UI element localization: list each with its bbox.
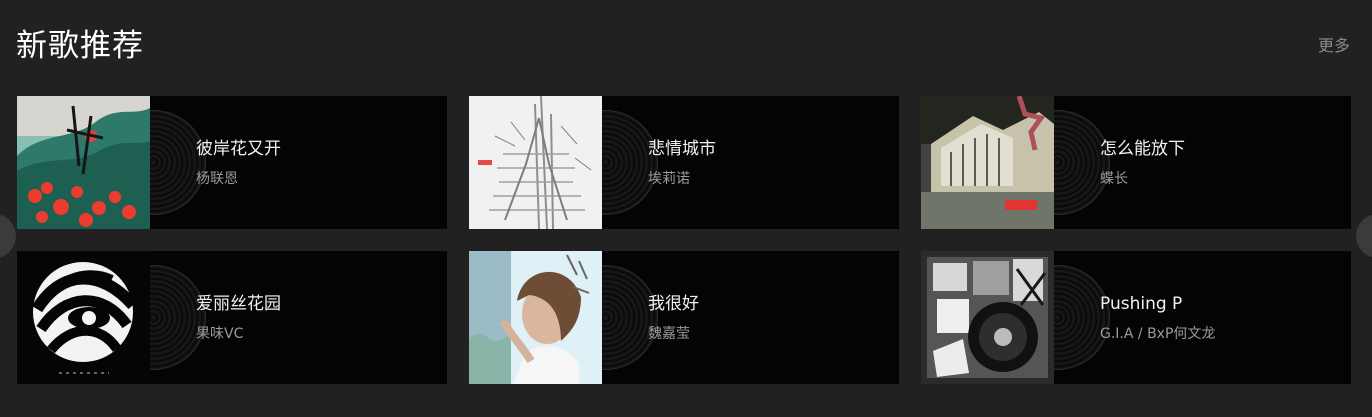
album-cover[interactable] (921, 96, 1054, 229)
song-meta: 怎么能放下 蝶长 (1100, 136, 1335, 190)
song-title[interactable]: 怎么能放下 (1100, 136, 1335, 162)
next-arrow-icon[interactable] (1356, 214, 1372, 258)
artist-name[interactable]: G.I.A / BxP何文龙 (1100, 323, 1335, 345)
more-link[interactable]: 更多 (1318, 34, 1350, 58)
song-title[interactable]: 悲情城市 (648, 136, 883, 162)
album-cover-art (921, 251, 1054, 384)
album-cover[interactable] (469, 251, 602, 384)
song-card[interactable]: Pushing P G.I.A / BxP何文龙 (921, 251, 1351, 384)
song-card[interactable]: 彼岸花又开 杨联恩 (17, 96, 447, 229)
section-title: 新歌推荐 (16, 28, 144, 64)
song-card[interactable]: 爱丽丝花园 果味VC (17, 251, 447, 384)
song-card[interactable]: 悲情城市 埃莉诺 (469, 96, 899, 229)
song-meta: 悲情城市 埃莉诺 (648, 136, 883, 190)
album-cover-art (469, 96, 602, 229)
song-card[interactable]: 怎么能放下 蝶长 (921, 96, 1351, 229)
artist-name[interactable]: 杨联恩 (196, 168, 431, 190)
song-title[interactable]: 爱丽丝花园 (196, 291, 431, 317)
song-meta: Pushing P G.I.A / BxP何文龙 (1100, 291, 1335, 345)
album-cover-art (17, 96, 150, 229)
song-meta: 我很好 魏嘉莹 (648, 291, 883, 345)
song-title[interactable]: Pushing P (1100, 291, 1335, 317)
album-cover[interactable] (17, 96, 150, 229)
section-header: 新歌推荐 更多 (16, 24, 1350, 68)
artist-name[interactable]: 埃莉诺 (648, 168, 883, 190)
song-meta: 爱丽丝花园 果味VC (196, 291, 431, 345)
album-cover-art (17, 251, 150, 384)
artist-name[interactable]: 魏嘉莹 (648, 323, 883, 345)
previous-arrow-icon[interactable] (0, 214, 16, 258)
album-cover-art (921, 96, 1054, 229)
artist-name[interactable]: 果味VC (196, 323, 431, 345)
song-meta: 彼岸花又开 杨联恩 (196, 136, 431, 190)
artist-name[interactable]: 蝶长 (1100, 168, 1335, 190)
album-cover[interactable] (921, 251, 1054, 384)
album-cover-art (469, 251, 602, 384)
song-grid: 彼岸花又开 杨联恩 悲情城市 埃莉诺 怎么能放下 蝶长 爱丽丝花园 果味VC 我… (17, 96, 1351, 384)
song-title[interactable]: 彼岸花又开 (196, 136, 431, 162)
album-cover[interactable] (17, 251, 150, 384)
new-songs-section: 新歌推荐 更多 彼岸花又开 杨联恩 悲情城市 埃莉诺 怎么能放下 蝶长 爱丽丝花… (0, 0, 1372, 417)
album-cover[interactable] (469, 96, 602, 229)
song-card[interactable]: 我很好 魏嘉莹 (469, 251, 899, 384)
song-title[interactable]: 我很好 (648, 291, 883, 317)
